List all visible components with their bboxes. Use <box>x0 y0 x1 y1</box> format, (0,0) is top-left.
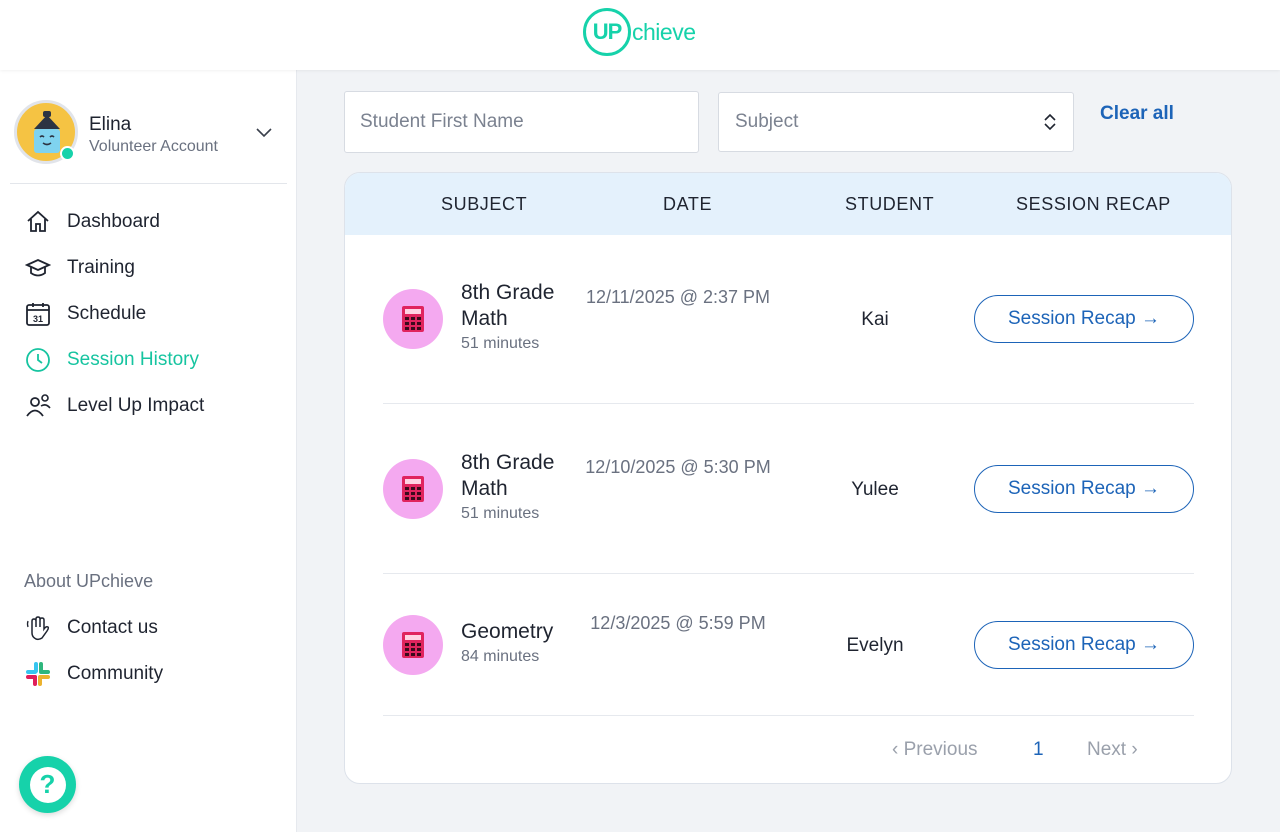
chevron-right-icon: › <box>1131 739 1138 760</box>
session-recap-button[interactable]: Session Recap → <box>974 465 1194 513</box>
student-first-name-input[interactable] <box>344 91 699 153</box>
sidebar-item-label: Level Up Impact <box>67 395 205 416</box>
top-bar: UP chieve <box>0 0 1280 70</box>
session-date: 12/3/2025 @ 5:59 PM <box>590 613 766 633</box>
session-recap-button[interactable]: Session Recap → <box>974 621 1194 669</box>
column-header-subject: SUBJECT <box>441 194 528 214</box>
chevron-left-icon: ‹ <box>892 739 899 760</box>
session-history-table: SUBJECT DATE STUDENT SESSION RECAP 8th G… <box>344 172 1232 784</box>
clear-all-button[interactable]: Clear all <box>1100 103 1174 125</box>
profile-role: Volunteer Account <box>89 138 218 155</box>
upchieve-logo[interactable]: UP chieve <box>583 8 696 56</box>
sidebar-item-label: Dashboard <box>67 211 160 232</box>
subject-select-value: Subject <box>735 111 799 132</box>
student-name: Kai <box>861 309 889 330</box>
sidebar-item-label: Session History <box>67 349 199 370</box>
help-icon: ? <box>29 766 66 803</box>
row-divider <box>383 573 1194 574</box>
sidebar: Elina Volunteer Account Dashboard Traini… <box>0 70 297 832</box>
profile-menu[interactable]: Elina Volunteer Account <box>14 100 289 164</box>
sidebar-item-dashboard[interactable]: Dashboard <box>24 207 160 237</box>
row-divider <box>383 403 1194 404</box>
calculator-icon <box>383 615 443 675</box>
session-duration: 51 minutes <box>461 505 540 522</box>
help-button[interactable]: ? <box>19 756 76 813</box>
calendar-icon: 31 <box>24 300 52 328</box>
session-date: 12/11/2025 @ 2:37 PM <box>585 287 771 307</box>
main-content: Subject Clear all SUBJECT DATE STUDENT S… <box>297 70 1280 832</box>
subject-select[interactable]: Subject <box>718 92 1074 152</box>
waving-hand-icon <box>24 614 52 642</box>
student-name: Yulee <box>851 479 899 500</box>
profile-name: Elina <box>89 114 132 135</box>
sidebar-item-label: Schedule <box>67 303 147 324</box>
pagination-previous-label: Previous <box>903 739 978 760</box>
sidebar-item-training[interactable]: Training <box>24 253 135 283</box>
calculator-icon <box>383 289 443 349</box>
people-icon <box>24 392 52 420</box>
sidebar-item-label: Community <box>67 663 164 684</box>
sidebar-item-session-history[interactable]: Session History <box>24 345 199 375</box>
session-duration: 51 minutes <box>461 335 540 352</box>
subject-name: 8th Grade Math <box>461 451 555 500</box>
pagination-previous[interactable]: ‹ Previous <box>892 739 978 761</box>
session-date: 12/10/2025 @ 5:30 PM <box>585 457 771 477</box>
subject-name: 8th Grade Math <box>461 281 555 330</box>
column-header-session-recap: SESSION RECAP <box>1016 194 1171 214</box>
student-name: Evelyn <box>846 635 904 656</box>
sidebar-item-level-up-impact[interactable]: Level Up Impact <box>24 391 204 421</box>
table-row: 8th Grade Math 51 minutes 12/10/2025 @ 5… <box>383 435 1194 585</box>
pagination-page-1[interactable]: 1 <box>1033 739 1044 761</box>
row-divider <box>383 715 1194 716</box>
sidebar-item-schedule[interactable]: 31 Schedule <box>24 299 146 329</box>
sidebar-item-label: Contact us <box>67 617 158 638</box>
sidebar-divider <box>10 183 287 184</box>
sidebar-item-contact-us[interactable]: Contact us <box>24 613 158 643</box>
clock-icon <box>24 346 52 374</box>
about-heading: About UPchieve <box>24 571 154 591</box>
home-icon <box>24 208 52 236</box>
chevron-down-icon[interactable] <box>254 122 274 142</box>
pagination-next[interactable]: Next › <box>1087 739 1138 761</box>
graduation-cap-icon <box>24 254 52 282</box>
sidebar-item-community[interactable]: Community <box>24 659 163 689</box>
table-header: SUBJECT DATE STUDENT SESSION RECAP <box>345 173 1231 235</box>
session-duration: 84 minutes <box>461 648 540 665</box>
table-row: Geometry 84 minutes 12/3/2025 @ 5:59 PM … <box>383 591 1194 711</box>
sidebar-item-label: Training <box>67 257 135 278</box>
logo-up-mark: UP <box>583 8 631 56</box>
select-arrows-icon <box>1044 113 1056 131</box>
calendar-day-number: 31 <box>33 314 43 324</box>
calculator-icon <box>383 459 443 519</box>
table-row: 8th Grade Math 51 minutes 12/11/2025 @ 2… <box>383 265 1194 415</box>
session-recap-button[interactable]: Session Recap → <box>974 295 1194 343</box>
slack-icon <box>24 660 52 688</box>
subject-name: Geometry <box>461 620 554 643</box>
pagination-next-label: Next <box>1087 739 1127 760</box>
column-header-student: STUDENT <box>845 194 935 214</box>
column-header-date: DATE <box>663 194 713 214</box>
logo-wordmark: chieve <box>632 18 696 45</box>
online-status-dot <box>60 146 75 161</box>
